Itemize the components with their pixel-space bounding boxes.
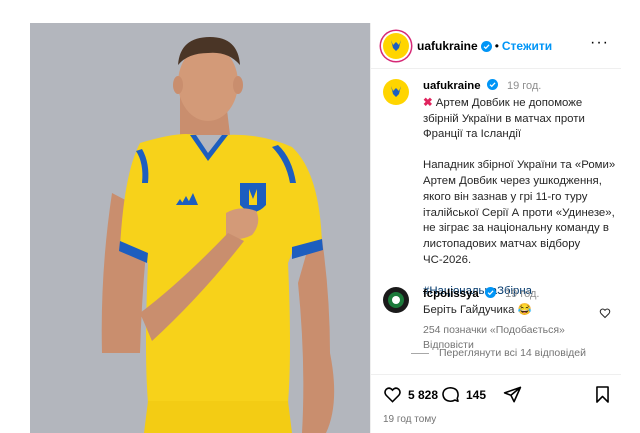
like-button[interactable]: 5 828 xyxy=(383,385,438,404)
heart-icon[interactable] xyxy=(599,307,611,319)
follow-button[interactable]: Стежити xyxy=(502,39,552,53)
save-button[interactable] xyxy=(593,385,612,404)
view-replies-label: Переглянути всі 14 відповідей xyxy=(439,347,586,359)
heart-icon xyxy=(384,387,401,403)
commenter-avatar[interactable] xyxy=(383,287,409,313)
post-image[interactable] xyxy=(30,23,370,433)
verified-icon xyxy=(480,40,492,52)
post-panel: uafukraine • Стежити ··· uafukraine 19 г… xyxy=(370,23,621,433)
comment-text: Беріть Гайдучика 😂 xyxy=(423,303,532,316)
replies-divider xyxy=(411,352,429,354)
verified-icon xyxy=(486,79,498,90)
comment-username[interactable]: fcpolissya xyxy=(423,288,479,300)
caption: uafukraine 19 год. ✖ Артем Довбик не доп… xyxy=(383,79,615,297)
post-header: uafukraine • Стежити ··· xyxy=(371,23,621,69)
comment-likes[interactable]: 254 позначки «Подобається» xyxy=(423,324,565,336)
caption-username[interactable]: uafukraine xyxy=(423,80,481,92)
view-replies-button[interactable]: Переглянути всі 14 відповідей xyxy=(411,347,586,359)
bookmark-icon xyxy=(596,386,609,403)
comment-time[interactable]: 19 год. xyxy=(505,288,539,300)
verified-icon xyxy=(484,287,496,298)
action-bar: 5 828 145 19 год тому xyxy=(371,374,621,433)
player-photo xyxy=(30,23,370,433)
trident-icon xyxy=(391,40,401,51)
club-logo-icon xyxy=(388,292,404,308)
caption-headline: Артем Довбик не допоможе збірній України… xyxy=(423,96,585,141)
separator-dot: • xyxy=(494,39,499,53)
more-icon[interactable]: ··· xyxy=(590,35,609,51)
trident-icon xyxy=(391,86,401,97)
caption-time[interactable]: 19 год. xyxy=(507,80,541,92)
caption-body: Нападник збірної України та «Роми» Артем… xyxy=(423,159,616,266)
comments-section[interactable]: uafukraine 19 год. ✖ Артем Довбик не доп… xyxy=(371,69,621,374)
author-username[interactable]: uafukraine xyxy=(417,39,478,53)
comment-icon xyxy=(442,386,459,403)
author-avatar[interactable] xyxy=(383,33,409,59)
comment-count: 145 xyxy=(466,387,487,402)
comment-button[interactable]: 145 xyxy=(441,385,486,404)
like-count: 5 828 xyxy=(408,387,439,402)
post-timestamp[interactable]: 19 год тому xyxy=(383,414,436,425)
share-icon xyxy=(503,386,522,403)
cross-mark-icon: ✖ xyxy=(423,96,433,109)
comment-item: fcpolissya 19 год. Беріть Гайдучика 😂 25… xyxy=(383,287,613,351)
share-button[interactable] xyxy=(503,385,522,404)
caption-avatar[interactable] xyxy=(383,79,409,105)
